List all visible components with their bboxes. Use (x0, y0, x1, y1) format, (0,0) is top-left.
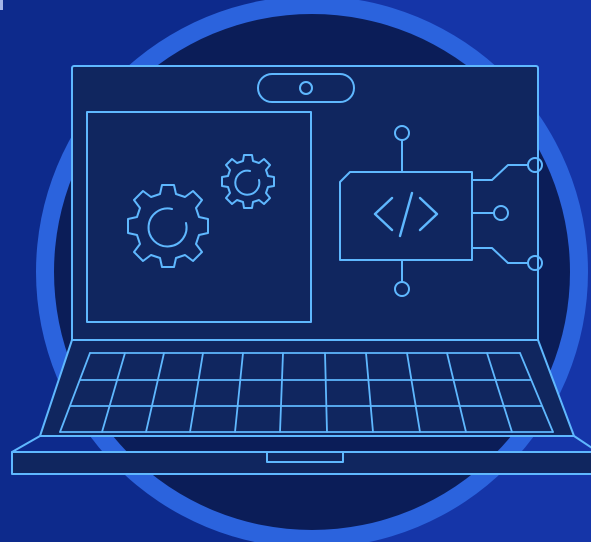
keyboard-deck (39, 339, 575, 437)
laptop-illustration (11, 0, 591, 542)
laptop-lid (71, 65, 539, 349)
